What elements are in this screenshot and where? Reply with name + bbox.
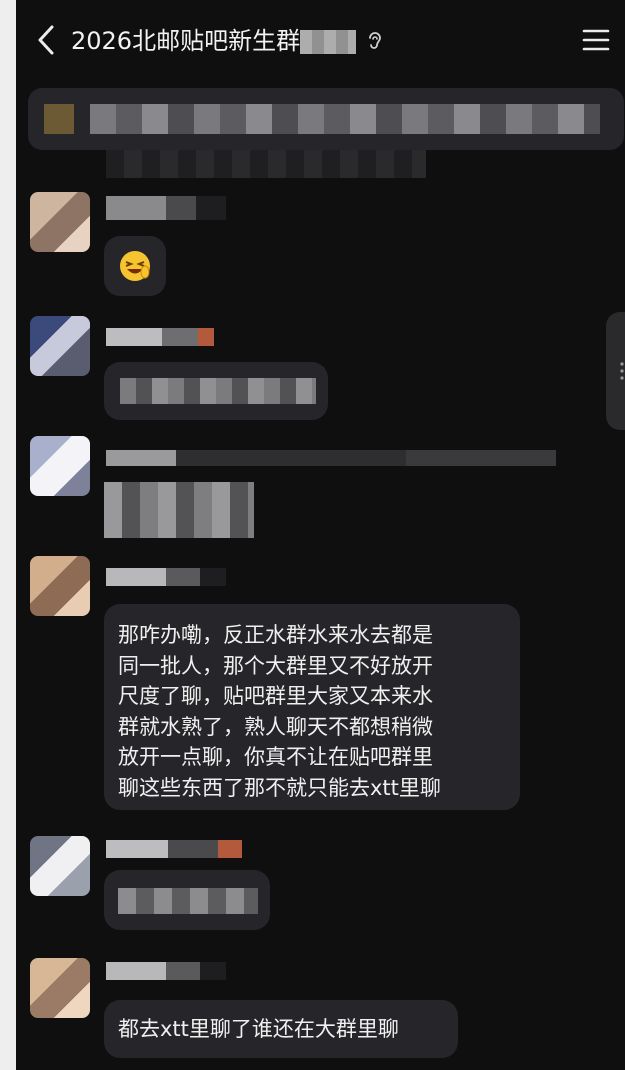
- notice-subtext-redacted: [106, 150, 426, 178]
- message-bubble-redacted[interactable]: [104, 362, 328, 420]
- message-bubble[interactable]: 那咋办嘞，反正水群水来水去都是 同一批人，那个大群里又不好放开 尺度了聊，贴吧群…: [104, 604, 520, 810]
- sender-name-redacted: [106, 962, 226, 980]
- sender-name-redacted: [106, 196, 226, 220]
- laughing-emoji-icon: [120, 251, 150, 281]
- chat-screen: 2026北邮贴吧新生群 那咋办嘞，反正水群水来水去都是 同一批人，那个大群里又不…: [16, 0, 625, 1070]
- sticker-bubble[interactable]: [104, 236, 166, 296]
- chevron-left-icon[interactable]: [36, 24, 56, 56]
- chat-title: 2026北邮贴吧新生群: [71, 27, 301, 55]
- message-text: 那咋办嘞，反正水群水来水去都是 同一批人，那个大群里又不好放开 尺度了聊，贴吧群…: [118, 623, 441, 800]
- title-redacted: [300, 30, 356, 54]
- avatar[interactable]: [30, 958, 90, 1018]
- sender-name-redacted: [106, 840, 242, 858]
- message-bubble-redacted[interactable]: [104, 870, 270, 930]
- ear-icon[interactable]: [366, 30, 384, 52]
- avatar[interactable]: [30, 192, 90, 252]
- sender-name-redacted: [106, 568, 226, 586]
- more-dots-icon: [620, 362, 624, 380]
- notice-icon: [44, 104, 74, 134]
- pinned-notice[interactable]: [28, 88, 624, 150]
- message-text-redacted: [120, 378, 316, 404]
- avatar[interactable]: [30, 836, 90, 896]
- message-bubble[interactable]: 都去xtt里聊了谁还在大群里聊: [104, 1000, 458, 1058]
- message-text-redacted: [104, 482, 254, 538]
- chat-header: 2026北邮贴吧新生群: [16, 0, 625, 82]
- message-text: 都去xtt里聊了谁还在大群里聊: [118, 1017, 399, 1041]
- avatar[interactable]: [30, 436, 90, 496]
- hamburger-menu-icon[interactable]: [582, 28, 610, 52]
- avatar[interactable]: [30, 556, 90, 616]
- sender-name-redacted: [106, 328, 214, 346]
- notice-text-redacted: [90, 104, 600, 134]
- sender-name-redacted: [106, 450, 556, 466]
- message-text-redacted: [118, 888, 258, 914]
- avatar[interactable]: [30, 316, 90, 376]
